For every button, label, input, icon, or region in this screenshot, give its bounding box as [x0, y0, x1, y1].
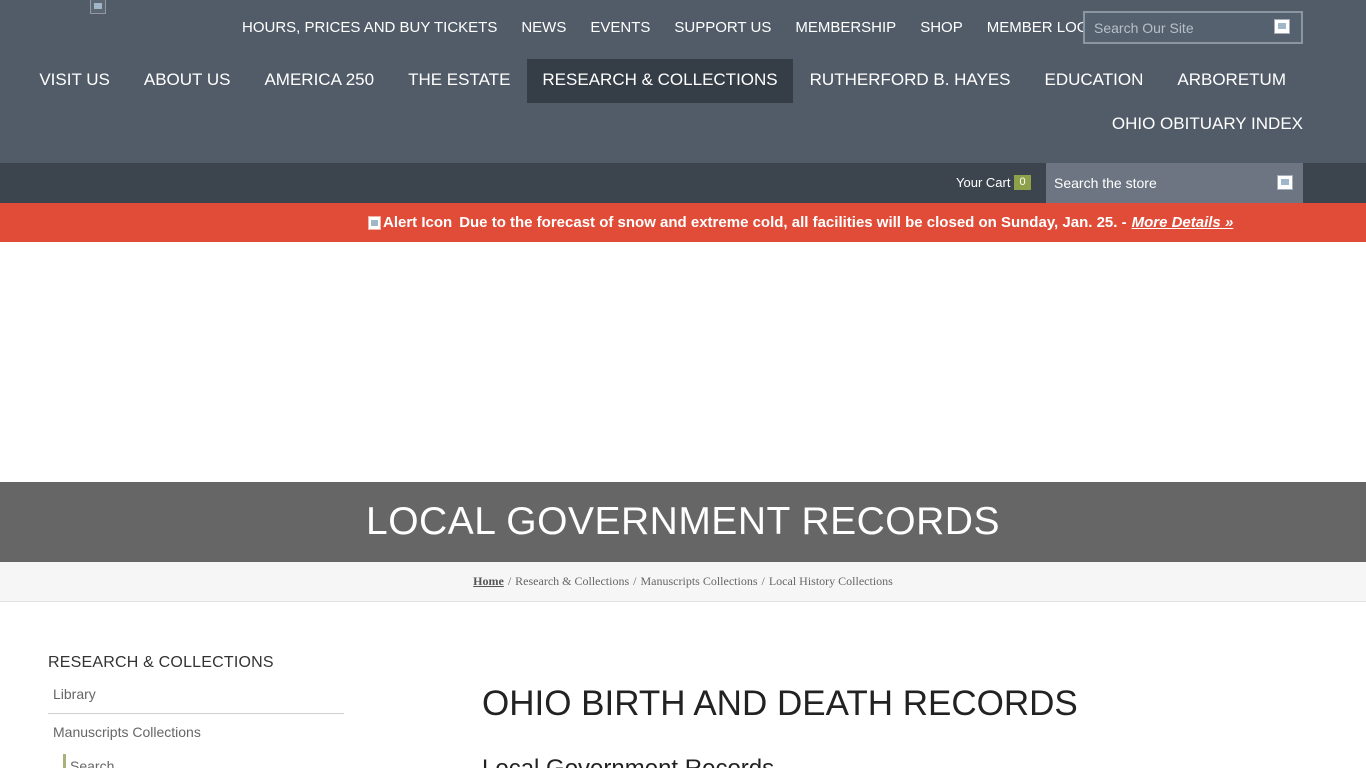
sidebar: RESEARCH & COLLECTIONS Library Manuscrip…	[48, 654, 344, 768]
nav-about-us[interactable]: ABOUT US	[127, 59, 248, 103]
page-title: LOCAL GOVERNMENT RECORDS	[366, 500, 1000, 543]
nav-ohio-obituary-index[interactable]: OHIO OBITUARY INDEX	[1112, 103, 1303, 147]
util-nav-events[interactable]: EVENTS	[578, 17, 662, 39]
content-title: OHIO BIRTH AND DEATH RECORDS	[482, 684, 1078, 723]
alert-icon: Alert Icon	[368, 214, 452, 231]
main-nav: VISIT US ABOUT US AMERICA 250 THE ESTATE…	[22, 59, 1303, 103]
content-subtitle: Local Government Records	[482, 755, 774, 768]
nav-research-collections[interactable]: RESEARCH & COLLECTIONS	[527, 59, 793, 103]
cart-label: Your Cart	[956, 175, 1011, 190]
util-nav-support-us[interactable]: SUPPORT US	[662, 17, 783, 39]
nav-the-estate[interactable]: THE ESTATE	[391, 59, 527, 103]
utility-nav: HOURS, PRICES AND BUY TICKETS NEWS EVENT…	[230, 17, 1115, 39]
breadcrumb: Home / Research & Collections / Manuscri…	[0, 562, 1366, 602]
sidebar-sub-indicator	[63, 754, 66, 768]
cart-count-badge: 0	[1014, 175, 1031, 190]
breadcrumb-separator: /	[507, 574, 512, 588]
site-search-box	[1083, 11, 1303, 44]
page-title-bar: LOCAL GOVERNMENT RECORDS	[0, 482, 1366, 562]
util-nav-hours-tickets[interactable]: HOURS, PRICES AND BUY TICKETS	[230, 17, 509, 39]
breadcrumb-item-current: Local History Collections	[768, 574, 893, 588]
util-nav-shop[interactable]: SHOP	[908, 17, 975, 39]
nav-visit-us[interactable]: VISIT US	[22, 59, 127, 103]
main-nav-row-2: OHIO OBITUARY INDEX	[1112, 103, 1303, 147]
alert-more-details-link[interactable]: More Details »	[1132, 214, 1234, 231]
site-logo[interactable]	[90, 0, 106, 14]
nav-arboretum[interactable]: ARBORETUM	[1160, 59, 1303, 103]
nav-rutherford-b-hayes[interactable]: RUTHERFORD B. HAYES	[793, 59, 1028, 103]
site-header: HOURS, PRICES AND BUY TICKETS NEWS EVENT…	[0, 0, 1366, 163]
nav-america-250[interactable]: AMERICA 250	[247, 59, 391, 103]
store-search-input[interactable]	[1046, 163, 1266, 203]
nav-education[interactable]: EDUCATION	[1028, 59, 1161, 103]
breadcrumb-item[interactable]: Research & Collections	[515, 574, 629, 589]
site-search-input[interactable]	[1085, 13, 1265, 42]
util-nav-news[interactable]: NEWS	[509, 17, 578, 39]
alert-message: Due to the forecast of snow and extreme …	[459, 214, 1127, 231]
store-search-box	[1046, 163, 1303, 203]
alert-icon-alt: Alert Icon	[383, 214, 453, 231]
search-icon[interactable]	[1274, 19, 1290, 34]
sidebar-item-library[interactable]: Library	[48, 686, 344, 714]
breadcrumb-separator: /	[633, 574, 637, 588]
store-bar: Your Cart 0	[0, 163, 1366, 203]
sidebar-item-manuscripts-collections[interactable]: Manuscripts Collections	[48, 714, 344, 740]
breadcrumb-item[interactable]: Manuscripts Collections	[641, 574, 758, 589]
sidebar-sub-item[interactable]: Search	[70, 758, 114, 768]
util-nav-membership[interactable]: MEMBERSHIP	[783, 17, 908, 39]
breadcrumb-home[interactable]: Home	[473, 574, 504, 589]
search-icon[interactable]	[1277, 175, 1293, 190]
cart-link[interactable]: Your Cart 0	[956, 175, 1031, 190]
alert-banner: Alert Icon Due to the forecast of snow a…	[0, 203, 1366, 242]
sidebar-heading: RESEARCH & COLLECTIONS	[48, 654, 274, 671]
breadcrumb-separator: /	[761, 574, 765, 588]
broken-image-icon	[368, 215, 381, 230]
